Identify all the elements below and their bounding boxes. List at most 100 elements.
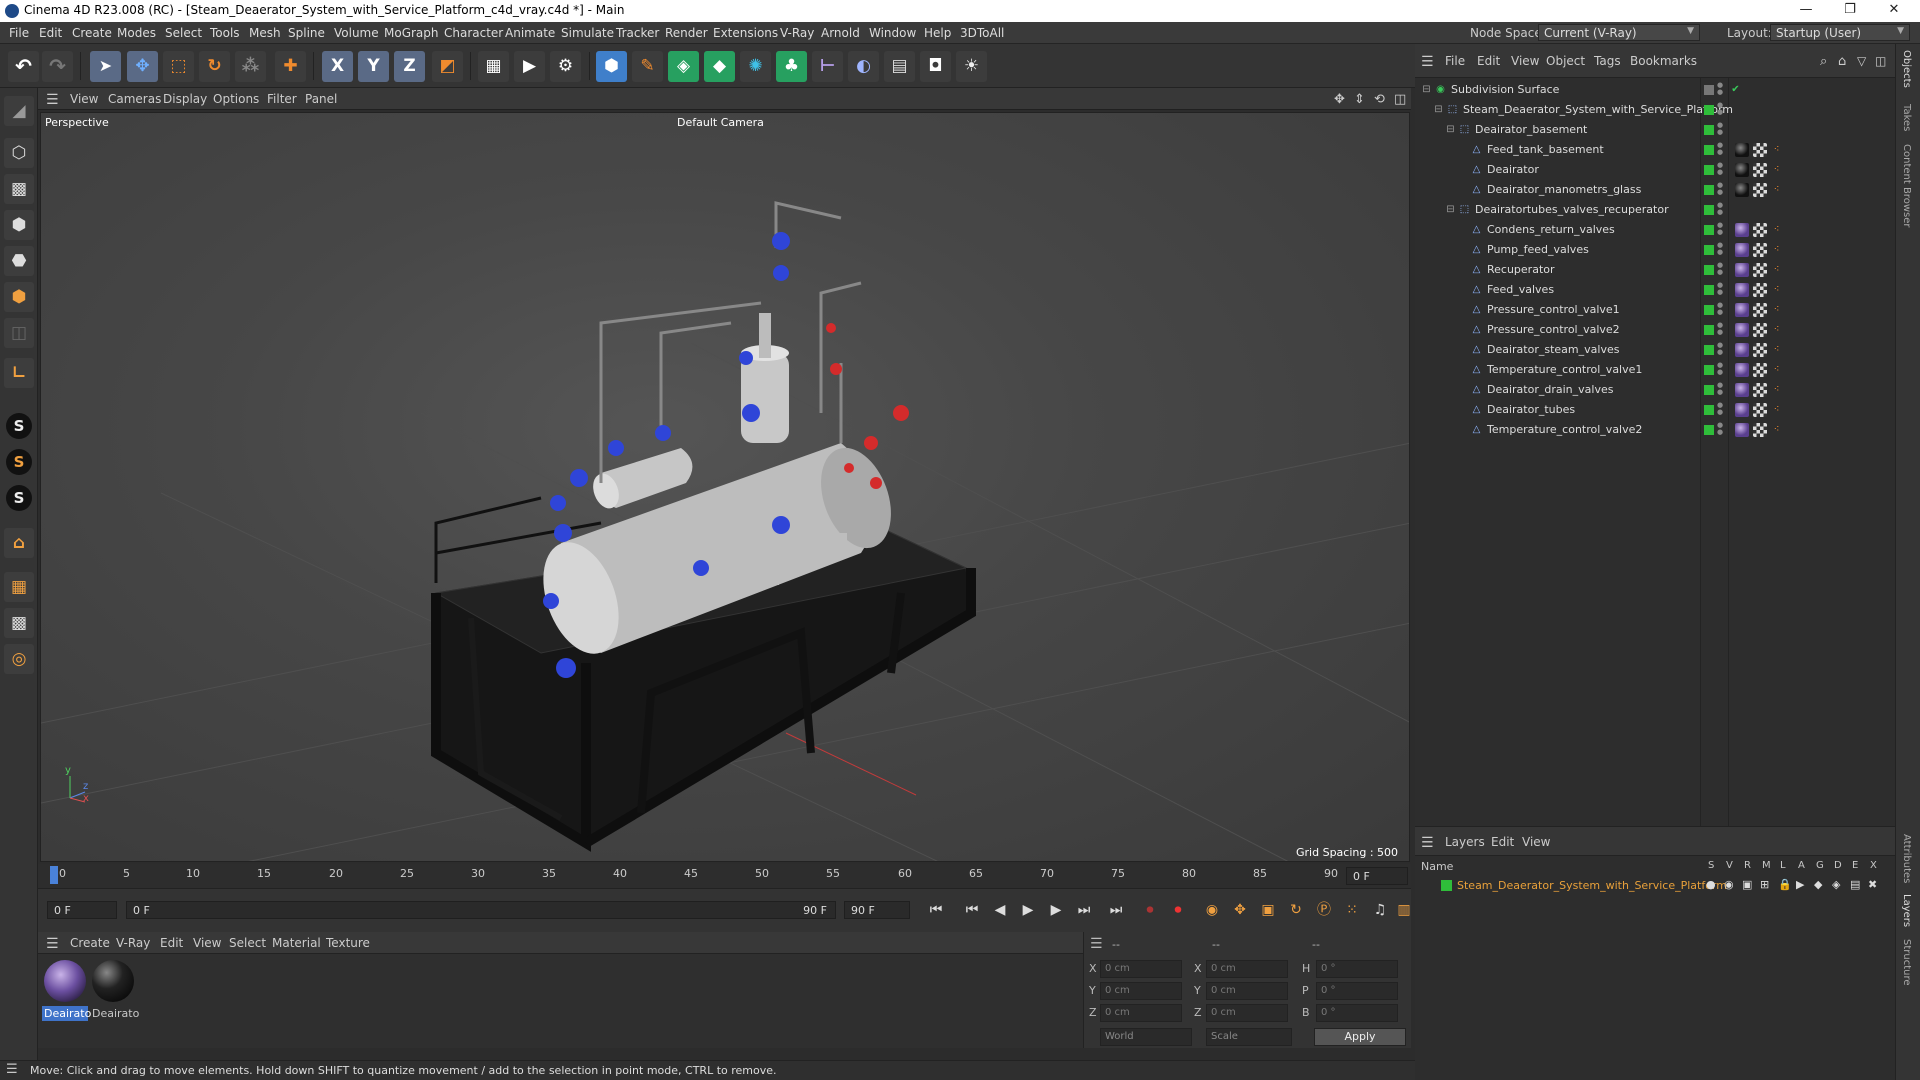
polygons-mode-icon[interactable]: ⬢ [4, 282, 34, 312]
make-editable-icon[interactable]: ◢ [4, 96, 34, 126]
hamburger-icon[interactable]: ☰ [1090, 936, 1103, 952]
animation-icon[interactable]: ▶ [1796, 878, 1804, 891]
position-key-icon[interactable]: ✥ [1228, 898, 1252, 922]
rotate-view-icon[interactable]: ⟲ [1374, 92, 1385, 107]
material-tag-icon[interactable] [1735, 343, 1749, 357]
object-menu-view[interactable]: View [1511, 54, 1539, 68]
solo-icon[interactable]: S [6, 413, 32, 439]
camera-icon[interactable]: ◘ [920, 51, 951, 82]
visibility-toggle[interactable] [1704, 285, 1714, 295]
render-visibility-dots[interactable]: ● ● [1717, 382, 1723, 396]
object-row[interactable]: △ Deairator ● ● ⁖ [1415, 160, 1895, 180]
hamburger-icon[interactable]: ☰ [1421, 54, 1434, 70]
scale-key-icon[interactable]: ▣ [1256, 898, 1280, 922]
scale-tool-icon[interactable]: ⬚ [163, 51, 194, 82]
render-settings-icon[interactable]: ⚙ [550, 51, 581, 82]
texture-tag-icon[interactable] [1753, 323, 1767, 337]
menu-mograph[interactable]: MoGraph [384, 26, 439, 40]
tab-structure[interactable]: Structure [1901, 939, 1912, 986]
extrude-generator-icon[interactable]: ◆ [704, 51, 735, 82]
render-view-icon[interactable]: ▶ [514, 51, 545, 82]
visibility-toggle[interactable] [1704, 305, 1714, 315]
texture-tag-icon[interactable] [1753, 183, 1767, 197]
add-object-icon[interactable]: ✚ [275, 51, 306, 82]
deformer-icon[interactable]: ◈ [1832, 878, 1840, 891]
tab-attributes[interactable]: Attributes [1901, 834, 1912, 883]
visibility-toggle[interactable] [1704, 385, 1714, 395]
hamburger-icon[interactable]: ☰ [6, 1062, 18, 1077]
apply-button[interactable]: Apply [1314, 1028, 1406, 1046]
undo-icon[interactable]: ↶ [8, 51, 39, 82]
phong-tag-icon[interactable]: ⁖ [1771, 144, 1782, 155]
x-axis-lock-button[interactable]: X [322, 51, 353, 82]
texture-tag-icon[interactable] [1753, 303, 1767, 317]
parameter-key-icon[interactable]: Ⓟ [1312, 898, 1336, 922]
object-menu-tags[interactable]: Tags [1594, 54, 1621, 68]
object-row[interactable]: ⊟ ⬚ Steam_Deaerator_System_with_Service_Pl… [1415, 100, 1895, 120]
visibility-toggle[interactable] [1704, 125, 1714, 135]
texture-tag-icon[interactable] [1753, 423, 1767, 437]
menu-file[interactable]: File [9, 26, 29, 40]
render-visibility-dots[interactable]: ● ● [1717, 322, 1723, 336]
object-row[interactable]: △ Feed_tank_basement ● ● ⁖ [1415, 140, 1895, 160]
render-visibility-dots[interactable]: ● ● [1717, 142, 1723, 156]
layers-menu-layers[interactable]: Layers [1445, 835, 1485, 849]
viewport-menu-options[interactable]: Options [213, 92, 259, 106]
solo-icon[interactable]: ● [1706, 878, 1716, 891]
menu-volume[interactable]: Volume [334, 26, 379, 40]
material-tag-icon[interactable] [1735, 363, 1749, 377]
node-space-dropdown[interactable]: Current (V-Ray) ▼ [1538, 24, 1700, 41]
texture-mode-icon[interactable]: ▩ [4, 174, 34, 204]
texture-tag-icon[interactable] [1753, 143, 1767, 157]
render-visibility-dots[interactable]: ● ● [1717, 342, 1723, 356]
layers-menu-view[interactable]: View [1522, 835, 1550, 849]
next-frame-icon[interactable]: ▶ [1044, 898, 1068, 922]
hamburger-icon[interactable]: ☰ [1421, 835, 1434, 851]
phong-tag-icon[interactable]: ⁖ [1771, 164, 1782, 175]
material-tag-icon[interactable] [1735, 223, 1749, 237]
material-tag-icon[interactable] [1735, 183, 1749, 197]
object-row[interactable]: △ Pump_feed_valves ● ● ⁖ [1415, 240, 1895, 260]
layers-menu-edit[interactable]: Edit [1491, 835, 1514, 849]
render-visibility-dots[interactable]: ● ● [1717, 402, 1723, 416]
visibility-toggle[interactable] [1704, 225, 1714, 235]
next-key-icon[interactable]: ⏭ [1072, 898, 1096, 922]
go-to-end-icon[interactable]: ⏭ [1104, 898, 1128, 922]
end-frame-field[interactable]: 90 F [844, 901, 910, 919]
y-axis-lock-button[interactable]: Y [358, 51, 389, 82]
menu-render[interactable]: Render [665, 26, 708, 40]
menu-spline[interactable]: Spline [288, 26, 325, 40]
visibility-toggle[interactable] [1704, 345, 1714, 355]
phong-tag-icon[interactable]: ⁖ [1771, 224, 1782, 235]
menu-vray[interactable]: V-Ray [780, 26, 814, 40]
timeline-window-icon[interactable]: ▥ [1392, 898, 1416, 922]
visibility-toggle[interactable] [1704, 205, 1714, 215]
phong-tag-icon[interactable]: ⁖ [1771, 244, 1782, 255]
visibility-toggle[interactable] [1704, 405, 1714, 415]
keyframe-selection-icon[interactable]: ◉ [1200, 898, 1224, 922]
viewport-menu-panel[interactable]: Panel [305, 92, 337, 106]
viewport-menu-cameras[interactable]: Cameras [108, 92, 161, 106]
menu-tracker[interactable]: Tracker [616, 26, 659, 40]
phong-tag-icon[interactable]: ⁖ [1771, 304, 1782, 315]
object-row[interactable]: △ Recuperator ● ● ⁖ [1415, 260, 1895, 280]
position-z-field[interactable]: 0 cm [1100, 1004, 1182, 1022]
visibility-toggle[interactable] [1704, 185, 1714, 195]
rotate-tool-icon[interactable]: ↻ [199, 51, 230, 82]
visibility-toggle[interactable] [1704, 265, 1714, 275]
frame-range-slider[interactable]: 0 F 90 F [126, 901, 836, 919]
material-swatch[interactable]: Deairato [42, 960, 91, 1021]
record-keys-icon[interactable]: ⏺ [1138, 898, 1162, 922]
object-row[interactable]: △ Deairator_tubes ● ● ⁖ [1415, 400, 1895, 420]
tab-content-browser[interactable]: Content Browser [1901, 144, 1912, 227]
phong-tag-icon[interactable]: ⁖ [1771, 344, 1782, 355]
menu-edit[interactable]: Edit [39, 26, 62, 40]
layer-row[interactable]: Steam_Deaerator_System_with_Service_Plat… [1415, 876, 1895, 896]
object-row[interactable]: △ Deairator_manometrs_glass ● ● ⁖ [1415, 180, 1895, 200]
object-row[interactable]: △ Deairator_steam_valves ● ● ⁖ [1415, 340, 1895, 360]
points-mode-icon[interactable]: ⬢ [4, 210, 34, 240]
phong-tag-icon[interactable]: ⁖ [1771, 264, 1782, 275]
material-menu-edit[interactable]: Edit [160, 936, 183, 950]
visible-eye-icon[interactable]: ◉ [1724, 878, 1734, 891]
menu-character[interactable]: Character [444, 26, 503, 40]
